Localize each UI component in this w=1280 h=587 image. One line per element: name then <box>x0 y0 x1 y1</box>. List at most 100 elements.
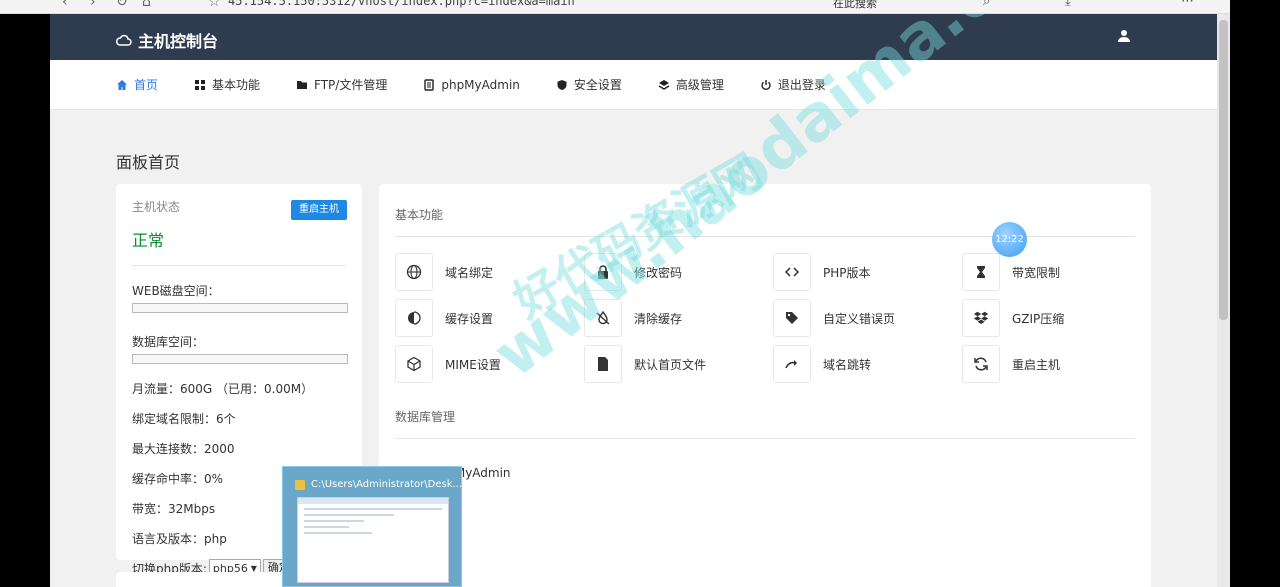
forward-icon[interactable]: › <box>90 0 96 10</box>
folder-icon <box>295 479 305 490</box>
fn-default-index[interactable]: 默认首页文件 <box>584 345 773 383</box>
redirect-icon <box>785 360 797 369</box>
brand[interactable]: 主机控制台 <box>116 28 218 52</box>
fn-php-version[interactable]: PHP版本 <box>773 253 962 291</box>
file-icon <box>598 357 608 371</box>
fn-icon-box <box>773 345 811 383</box>
top-header: 主机控制台 <box>50 14 1217 60</box>
fn-icon-box <box>584 299 622 337</box>
back-icon[interactable]: ‹ <box>62 0 68 10</box>
fn-label: 修改密码 <box>634 265 683 280</box>
hourglass-icon <box>977 266 985 278</box>
max-connections: 最大连接数：2000 <box>132 442 235 456</box>
star-icon[interactable]: ☆ <box>208 0 221 10</box>
nav-home-label: 首页 <box>134 78 159 92</box>
home-icon <box>117 79 127 90</box>
globe-icon <box>406 264 422 280</box>
fn-icon-box <box>395 299 433 337</box>
scrollbar-thumb[interactable] <box>1219 20 1228 320</box>
fn-restart-host[interactable]: 重启主机 <box>962 345 1151 383</box>
host-status-value: 正常 <box>132 231 165 250</box>
code-icon <box>784 267 800 277</box>
page-scrollbar[interactable] <box>1217 14 1230 587</box>
fn-bandwidth-limit[interactable]: 带宽限制 <box>962 253 1151 291</box>
fn-change-password[interactable]: 修改密码 <box>584 253 773 291</box>
nav-logout-label: 退出登录 <box>777 78 826 92</box>
nav-advanced[interactable]: 高级管理 <box>658 76 724 93</box>
fn-icon-box <box>395 345 433 383</box>
page-title: 面板首页 <box>116 153 181 172</box>
fn-label: GZIP压缩 <box>1012 311 1065 326</box>
taskbar-thumbnail[interactable]: C:\Users\Administrator\Desk... <box>282 466 462 587</box>
nav-basic[interactable]: 基本功能 <box>194 76 260 93</box>
fn-custom-error-page[interactable]: 自定义错误页 <box>773 299 962 337</box>
fn-clear-cache[interactable]: 清除缓存 <box>584 299 773 337</box>
search-icon[interactable]: ⌕ <box>983 0 990 9</box>
nav-security[interactable]: 安全设置 <box>556 76 622 93</box>
nav-logout[interactable]: 退出登录 <box>760 76 826 93</box>
shield-icon <box>557 79 567 90</box>
contrast-icon <box>408 311 421 325</box>
fn-domain-redirect[interactable]: 域名跳转 <box>773 345 962 383</box>
main-nav: 首页 基本功能 FTP/文件管理 phpMyAdmin 安全设置 高级管理 退出… <box>50 60 1217 110</box>
reload-icon[interactable]: ↻ <box>116 0 128 10</box>
brand-title: 主机控制台 <box>138 32 219 51</box>
fn-icon-box <box>962 299 1000 337</box>
preview-toolbar <box>298 498 448 504</box>
fn-icon-box <box>962 345 1000 383</box>
preview-line <box>304 526 349 528</box>
folder-icon <box>297 80 308 89</box>
preview-line <box>304 508 442 510</box>
domain-limit: 绑定域名限制：6个 <box>132 412 236 426</box>
functions-card: 基本功能 域名绑定 修改密码 PHP版本 带宽限制 缓存设置 清除缓存 自定义错… <box>379 184 1151 587</box>
database-management-title: 数据库管理 <box>395 408 1135 439</box>
fn-label: 域名跳转 <box>823 357 872 372</box>
fn-label: 清除缓存 <box>634 311 683 326</box>
fn-mime[interactable]: MIME设置 <box>395 345 584 383</box>
nav-security-label: 安全设置 <box>573 78 622 92</box>
thumbnail-title-text: C:\Users\Administrator\Desk... <box>311 479 463 490</box>
fn-icon-box <box>584 345 622 383</box>
preview-line <box>304 520 364 522</box>
fn-domain-bind[interactable]: 域名绑定 <box>395 253 584 291</box>
fn-label: 默认首页文件 <box>634 357 707 372</box>
fn-label: 域名绑定 <box>445 265 494 280</box>
nav-ftp[interactable]: FTP/文件管理 <box>296 76 387 93</box>
layers-icon <box>658 79 670 90</box>
refresh-icon <box>974 357 988 371</box>
user-icon[interactable] <box>1117 29 1131 43</box>
browser-toolbar: ‹ › ↻ ⌂ ☆ 45.154.5.150:5312/vhost/index.… <box>0 0 1280 14</box>
fn-label: PHP版本 <box>823 265 871 280</box>
address-bar[interactable]: 45.154.5.150:5312/vhost/index.php?c=inde… <box>228 0 575 8</box>
nav-ftp-label: FTP/文件管理 <box>314 78 388 92</box>
reboot-host-button[interactable]: 重启主机 <box>291 200 347 220</box>
fn-icon-box <box>395 253 433 291</box>
download-icon[interactable]: ⤓ <box>1065 0 1071 9</box>
power-icon <box>761 79 771 90</box>
fn-cache-settings[interactable]: 缓存设置 <box>395 299 584 337</box>
cloud-icon <box>116 34 132 46</box>
tag-icon <box>786 312 798 324</box>
clock-widget[interactable]: 12:22 <box>992 222 1027 257</box>
more-icon[interactable]: ⋯ <box>1181 0 1194 9</box>
thumbnail-preview <box>297 497 449 583</box>
phpmyadmin-link[interactable]: phpMyAdmin <box>395 466 1135 480</box>
fn-icon-box <box>962 253 1000 291</box>
search-box[interactable]: 在此搜索 <box>833 0 877 11</box>
nav-home[interactable]: 首页 <box>116 76 158 93</box>
cube-icon <box>407 356 421 372</box>
page: 主机控制台 首页 基本功能 FTP/文件管理 phpMyAdmin 安全设置 高… <box>50 14 1217 587</box>
fn-icon-box <box>773 299 811 337</box>
nav-phpmyadmin[interactable]: phpMyAdmin <box>423 78 520 92</box>
monthly-traffic: 月流量：600G （已用：0.00M） <box>132 382 314 396</box>
lock-icon <box>598 265 608 279</box>
fn-gzip[interactable]: GZIP压缩 <box>962 299 1151 337</box>
home-browser-icon[interactable]: ⌂ <box>142 0 151 10</box>
dropbox-icon <box>973 311 989 324</box>
preview-line <box>304 514 394 516</box>
basic-functions-grid: 域名绑定 修改密码 PHP版本 带宽限制 缓存设置 清除缓存 自定义错误页 GZ… <box>395 253 1135 383</box>
thumbnail-title: C:\Users\Administrator\Desk... <box>295 479 462 490</box>
db-space-bar <box>132 354 348 364</box>
web-disk-label: WEB磁盘空间： <box>132 284 220 298</box>
preview-line <box>304 532 372 534</box>
